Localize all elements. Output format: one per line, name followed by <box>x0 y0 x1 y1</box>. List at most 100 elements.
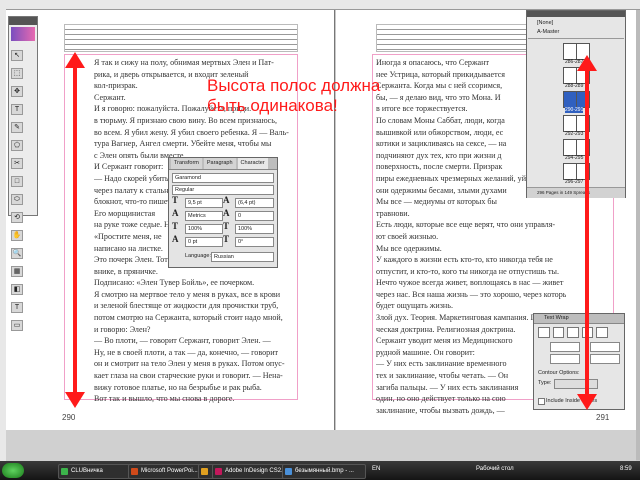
horizontal-scale-field[interactable]: 100% <box>235 224 274 234</box>
tool-button-icon[interactable]: ⬠ <box>11 140 23 151</box>
text-line: кает глаза на свои старческие руки и гов… <box>94 371 283 381</box>
pages-panel-titlebar[interactable] <box>527 11 625 17</box>
tool-button-icon[interactable]: ↖ <box>11 50 23 61</box>
text-line: через нас. Вся наша жизнь — это хорошо, … <box>376 289 566 299</box>
text-line: Я смотрю на мертвое тело у меня в руках,… <box>94 289 281 299</box>
tool-button-icon[interactable]: ▦ <box>11 266 23 277</box>
kerning-field[interactable]: Metrics <box>185 211 223 221</box>
font-size-icon: T <box>172 195 179 205</box>
annotation-line-2: быть одинакова! <box>207 96 338 115</box>
text-line: и зеленой блестяще от жидкости для прочи… <box>94 301 279 311</box>
font-family-field[interactable]: Garamond <box>172 173 274 183</box>
text-line: — Во плоти, — говорит Сержант, говорит Э… <box>94 336 271 346</box>
tool-button-icon[interactable]: ⬚ <box>11 68 23 79</box>
annotation-line-1: Высота полос должна <box>207 76 381 95</box>
tool-button-icon[interactable]: ⟲ <box>11 212 23 223</box>
include-inside-edges-checkbox[interactable] <box>538 398 545 405</box>
taskbar-button[interactable]: CLUBничка <box>58 464 138 479</box>
leading-icon: A <box>223 195 230 205</box>
taskbar-button[interactable]: Microsoft PowerPoi... <box>128 464 208 479</box>
wrap-none-button[interactable] <box>538 327 550 338</box>
right-page-number: 291 <box>596 413 610 422</box>
tool-button-icon[interactable]: T <box>11 104 23 115</box>
text-line: и говорю: Элен? <box>94 324 151 334</box>
tool-button-icon[interactable]: ✂ <box>11 158 23 169</box>
taskbar-button-label: Microsoft PowerPoi... <box>141 468 198 474</box>
character-panel-tabs: Transform Paragraph Character <box>169 158 277 170</box>
skew-field[interactable]: 0° <box>235 237 274 247</box>
taskbar-button-label: безымянный.bmp - ... <box>295 468 354 474</box>
panel-divider <box>528 38 624 39</box>
tab-character[interactable]: Character <box>237 158 268 169</box>
text-line: У каждого в жизни есть кто-то, кто никог… <box>376 255 553 265</box>
text-line: будет ощущать жизнь. <box>376 301 453 311</box>
app-icon <box>131 468 138 475</box>
tool-button-icon[interactable]: ✋ <box>11 230 23 241</box>
tool-button-icon[interactable]: 🔍 <box>11 248 23 259</box>
text-line: Я так и сижу на полу, обнимая мертвых Эл… <box>94 58 274 67</box>
tools-palette-titlebar[interactable] <box>9 17 37 25</box>
text-line: Нечто чужое всегда живет, воплощаясь в н… <box>376 278 564 288</box>
clock: 8:59 <box>620 466 632 472</box>
text-line: он и смотрит на тело Элен у меня в руках… <box>94 359 285 369</box>
tool-button-icon[interactable]: ▭ <box>11 320 23 331</box>
left-page-header-staff <box>64 24 298 52</box>
annotation-text: Высота полос должна быть одинакова! <box>207 76 381 116</box>
baseline-shift-field[interactable]: 0 pt <box>185 237 223 247</box>
contour-type-label: Type: <box>538 380 552 386</box>
tool-button-icon[interactable]: ✎ <box>11 122 23 133</box>
app-icon <box>285 468 292 475</box>
baseline-shift-icon: A <box>172 234 179 244</box>
tool-grid: ↖ ⬚ ✥ T ✎ ⬠ ✂ □ ⬭ ⟲ ✋ 🔍 ▦ ◧ T ▭ <box>9 43 37 333</box>
tool-button-icon[interactable]: ✥ <box>11 86 23 97</box>
tool-button-icon[interactable]: T <box>11 302 23 313</box>
tool-button-icon[interactable]: ⬭ <box>11 194 23 205</box>
adobe-logo <box>11 27 35 41</box>
text-line: тура Вагнер, Ангел смерти. Убейте меня, … <box>94 139 272 149</box>
language-indicator[interactable]: EN <box>372 466 380 472</box>
tool-button-icon[interactable]: ◧ <box>11 284 23 295</box>
leading-field[interactable]: (6,4 pt) <box>235 198 274 208</box>
text-line: отпустит, и кто-то, кого ты никогда не о… <box>376 266 560 276</box>
font-style-field[interactable]: Regular <box>172 185 274 195</box>
language-label: Language: <box>185 253 211 259</box>
kerning-icon: A <box>172 208 179 218</box>
left-page-number: 290 <box>62 413 76 422</box>
tab-transform[interactable]: Transform <box>171 158 202 169</box>
text-line: Вот так и вышло, что мы снова в дороге. <box>94 394 235 404</box>
taskbar: CLUBничка Microsoft PowerPoi... Adobe InDe… <box>0 461 640 480</box>
tab-paragraph[interactable]: Paragraph <box>203 158 236 169</box>
taskbar-button[interactable]: Adobe InDesign CS2... <box>212 464 292 479</box>
horizontal-ruler <box>0 0 640 10</box>
tool-button-icon[interactable]: □ <box>11 176 23 187</box>
vertical-scale-icon: T <box>172 221 179 231</box>
app-icon <box>215 468 222 475</box>
text-line: ют своей жизнью. <box>376 231 439 241</box>
text-line: вижу готовое платье, но на безрыбье и ра… <box>94 382 262 392</box>
none-master[interactable]: [None] <box>537 20 553 26</box>
tracking-field[interactable]: 0 <box>235 211 274 221</box>
wrap-bounding-box-button[interactable] <box>552 327 565 338</box>
text-line: потом смотрю на Сержанта, который стоит … <box>94 313 283 323</box>
right-height-arrow-icon <box>577 55 597 410</box>
taskbar-button-label: CLUBничка <box>71 468 103 474</box>
text-line: в тюрьму. Я признаю свою вину. Во всем п… <box>94 115 277 125</box>
vertical-scale-field[interactable]: 100% <box>185 224 223 234</box>
text-line: Ну, не в своей плоти, а так — да, конечн… <box>94 347 279 357</box>
vertical-scrollbar[interactable] <box>636 10 640 460</box>
tools-palette: ↖ ⬚ ✥ T ✎ ⬠ ✂ □ ⬭ ⟲ ✋ 🔍 ▦ ◧ T ▭ <box>8 16 38 331</box>
taskbar-button-label: Adobe InDesign CS2... <box>225 468 287 474</box>
text-line: Мы все одержимы. <box>376 243 442 253</box>
start-button[interactable] <box>2 463 24 478</box>
taskbar-button[interactable]: безымянный.bmp - ... <box>282 464 366 479</box>
a-master[interactable]: A-Master <box>537 29 559 35</box>
pasteboard-bottom <box>6 430 636 461</box>
language-select[interactable]: Russian <box>211 252 274 262</box>
desktop-toolbar[interactable]: Рабочий стол <box>476 466 514 472</box>
app-icon <box>61 468 68 475</box>
skew-icon: T <box>223 234 230 244</box>
character-panel: Transform Paragraph Character Garamond R… <box>168 157 278 268</box>
font-size-field[interactable]: 9,5 pt <box>185 198 223 208</box>
text-line: Есть люди, которые все еще верят, что он… <box>376 220 556 230</box>
tracking-icon: A <box>223 208 230 218</box>
